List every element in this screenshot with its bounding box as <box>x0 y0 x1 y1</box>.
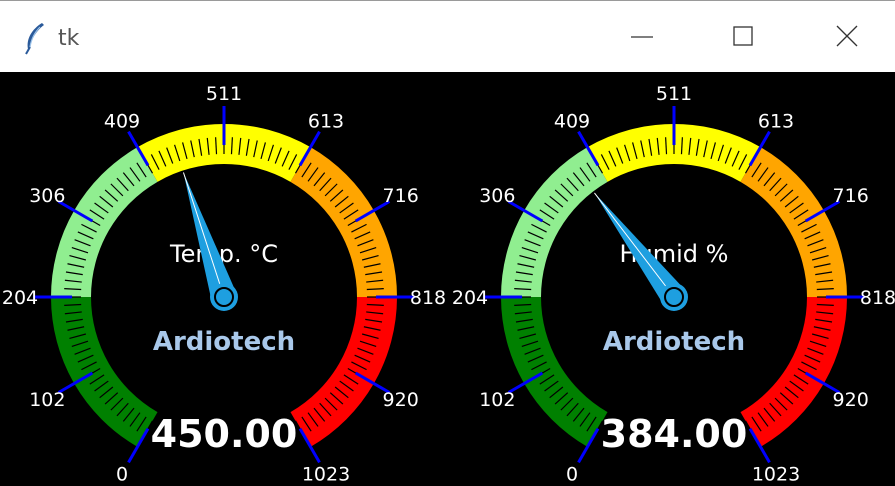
tick-label: 409 <box>554 110 590 132</box>
tick-label: 0 <box>566 464 578 482</box>
tick-label: 613 <box>308 110 344 132</box>
brand-label: Ardiotech <box>153 327 295 357</box>
tick-label: 1023 <box>752 464 800 482</box>
tick-label: 511 <box>656 83 692 105</box>
maximize-icon <box>733 26 753 46</box>
gauge-humidity: 01022043064095116137168189201023Humid %A… <box>452 83 895 486</box>
tick-label: 102 <box>29 389 65 411</box>
gauge-temperature: 01022043064095116137168189201023Temp. °C… <box>2 83 446 486</box>
close-button[interactable] <box>817 15 877 59</box>
tick-label: 920 <box>833 389 869 411</box>
tick-label: 409 <box>104 110 140 132</box>
tick-label: 716 <box>833 185 869 207</box>
needle <box>183 172 237 302</box>
tick-label: 818 <box>410 287 446 309</box>
brand-label: Ardiotech <box>603 327 745 357</box>
feather-icon <box>22 21 48 55</box>
tick-label: 613 <box>758 110 794 132</box>
value-readout: 384.00 <box>601 412 748 456</box>
tick-label: 306 <box>29 185 65 207</box>
maximize-button[interactable] <box>713 15 773 59</box>
gauge-canvas: 0 102 204 306 409 511 613 716 818 920 1023 Temp. °C… <box>0 72 895 486</box>
tick-label: 306 <box>479 185 515 207</box>
tick-label: 102 <box>479 389 515 411</box>
minimize-button[interactable] <box>612 15 672 59</box>
tick-label: 716 <box>383 185 419 207</box>
needle-highlight <box>182 172 225 298</box>
window-title: tk <box>58 26 80 51</box>
gauge-panel: 01022043064095116137168189201023Temp. °C… <box>2 83 895 486</box>
tick-label: 0 <box>116 464 128 482</box>
tick-label: 920 <box>383 389 419 411</box>
close-icon <box>836 25 858 47</box>
tick-label: 204 <box>2 287 38 309</box>
window-titlebar: tk <box>0 0 895 72</box>
tick-label: 204 <box>452 287 488 309</box>
tick-label: 818 <box>860 287 895 309</box>
minimize-icon <box>631 36 653 38</box>
value-readout: 450.00 <box>151 412 298 456</box>
tick-label: 511 <box>206 83 242 105</box>
tick-label: 1023 <box>302 464 350 482</box>
